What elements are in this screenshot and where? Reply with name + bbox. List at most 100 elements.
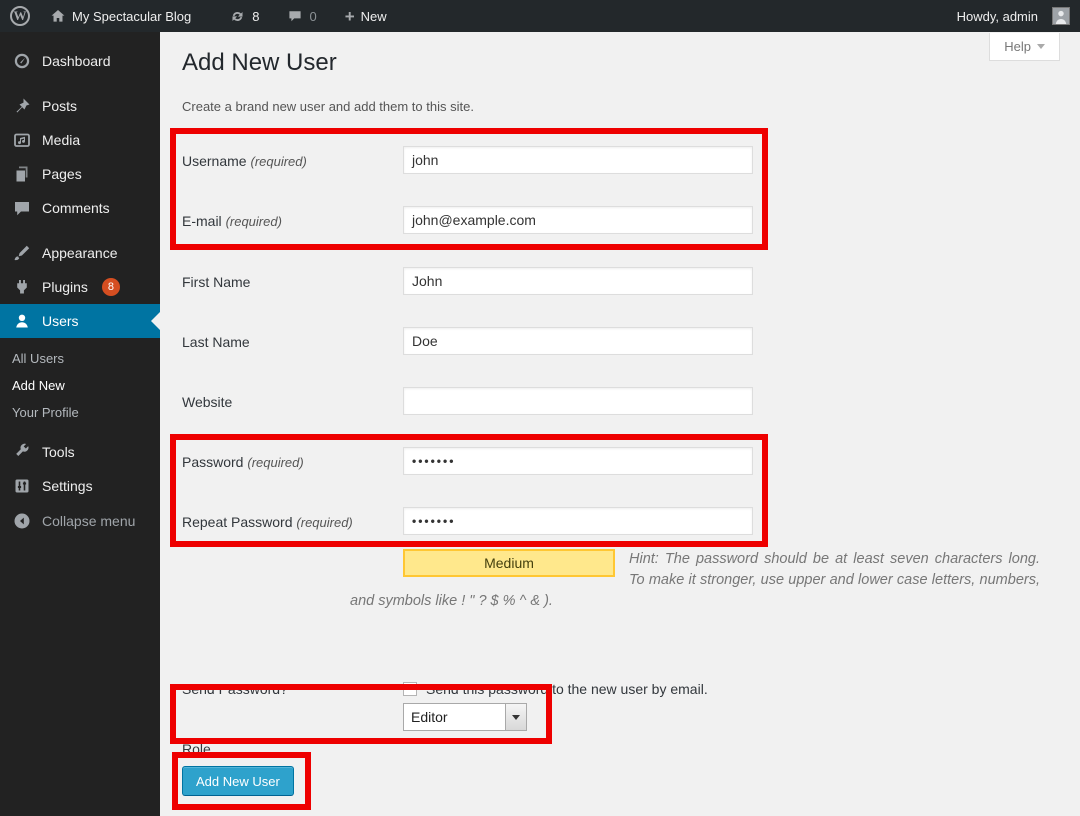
submenu-item-label: All Users	[12, 351, 64, 366]
pushpin-icon	[12, 96, 32, 116]
website-input[interactable]	[403, 387, 753, 415]
role-label: Role	[182, 741, 211, 757]
sidebar-item-label: Users	[42, 313, 79, 329]
submenu-item-label: Add New	[12, 378, 65, 393]
comments-count: 0	[309, 9, 316, 24]
password-hint: Medium Hint: The password should be at l…	[350, 549, 1040, 612]
chevron-down-icon	[512, 715, 520, 720]
role-select[interactable]: Editor	[403, 703, 527, 731]
label-text: E-mail	[182, 213, 222, 229]
required-note: (required)	[247, 455, 303, 470]
admin-bar: W My Spectacular Blog 8 0 + Ne	[0, 0, 1080, 32]
first-name-input[interactable]: John	[403, 267, 753, 295]
updates-count: 8	[252, 9, 259, 24]
updates-icon	[229, 8, 246, 25]
comment-bubble-icon	[12, 198, 32, 218]
sidebar-item-pages[interactable]: Pages	[0, 157, 160, 191]
wrench-icon	[12, 442, 32, 462]
submenu-item-add-new[interactable]: Add New	[0, 372, 160, 399]
page-title: Add New User	[182, 49, 337, 77]
site-name-label: My Spectacular Blog	[72, 9, 191, 24]
admin-sidebar: Dashboard Posts Media Pages Comments App…	[0, 32, 160, 816]
help-label: Help	[1004, 39, 1031, 54]
user-icon	[12, 311, 32, 331]
required-note: (required)	[296, 515, 352, 530]
new-label: New	[361, 9, 387, 24]
sidebar-item-label: Pages	[42, 166, 82, 182]
sidebar-item-tools[interactable]: Tools	[0, 435, 160, 469]
help-button[interactable]: Help	[989, 33, 1060, 61]
sidebar-item-label: Media	[42, 132, 80, 148]
sidebar-item-label: Settings	[42, 478, 93, 494]
sidebar-item-appearance[interactable]: Appearance	[0, 236, 160, 270]
sidebar-item-plugins[interactable]: Plugins 8	[0, 270, 160, 304]
comments-link[interactable]: 0	[277, 0, 326, 32]
submenu-item-all-users[interactable]: All Users	[0, 345, 160, 372]
send-password-checkbox[interactable]	[403, 682, 417, 696]
password-strength-meter: Medium	[403, 549, 615, 577]
label-text: Repeat Password	[182, 514, 293, 530]
email-input[interactable]: john@example.com	[403, 206, 753, 234]
sidebar-item-users[interactable]: Users	[0, 304, 160, 338]
avatar	[1052, 7, 1070, 25]
new-content-link[interactable]: + New	[335, 0, 397, 32]
plus-icon: +	[345, 8, 355, 25]
label-text: Username	[182, 153, 247, 169]
last-name-input[interactable]: Doe	[403, 327, 753, 355]
sidebar-item-media[interactable]: Media	[0, 123, 160, 157]
sidebar-item-label: Comments	[42, 200, 110, 216]
submenu-item-your-profile[interactable]: Your Profile	[0, 399, 160, 426]
sidebar-item-label: Dashboard	[42, 53, 111, 69]
sidebar-item-dashboard[interactable]: Dashboard	[0, 44, 160, 78]
first-name-label: First Name	[182, 274, 250, 290]
wordpress-logo-icon: W	[10, 6, 30, 26]
settings-sliders-icon	[12, 476, 32, 496]
howdy-label: Howdy, admin	[957, 9, 1038, 24]
username-input[interactable]: john	[403, 146, 753, 174]
page-intro: Create a brand new user and add them to …	[182, 99, 474, 114]
paintbrush-icon	[12, 243, 32, 263]
submenu-item-label: Your Profile	[12, 405, 79, 420]
sidebar-item-settings[interactable]: Settings	[0, 469, 160, 503]
username-label: Username (required)	[182, 153, 307, 169]
plug-icon	[12, 277, 32, 297]
label-text: Password	[182, 454, 243, 470]
sidebar-item-comments[interactable]: Comments	[0, 191, 160, 225]
sidebar-item-posts[interactable]: Posts	[0, 89, 160, 123]
send-password-label: Send Password?	[182, 681, 288, 697]
last-name-label: Last Name	[182, 334, 250, 350]
password-label: Password (required)	[182, 454, 304, 470]
site-name-link[interactable]: My Spectacular Blog	[40, 0, 201, 32]
plugins-update-badge: 8	[102, 278, 120, 296]
menu-separator	[0, 78, 160, 89]
add-new-user-button[interactable]: Add New User	[182, 766, 294, 796]
comment-bubble-icon	[287, 8, 303, 24]
sidebar-item-label: Posts	[42, 98, 77, 114]
menu-separator	[0, 225, 160, 236]
dashboard-gauge-icon	[12, 51, 32, 71]
select-dropdown-button[interactable]	[505, 704, 526, 730]
send-password-checkbox-label[interactable]: Send this password to the new user by em…	[426, 681, 708, 697]
wordpress-logo-menu[interactable]: W	[0, 0, 40, 32]
pages-icon	[12, 164, 32, 184]
home-icon	[50, 8, 66, 24]
email-label: E-mail (required)	[182, 213, 282, 229]
users-submenu: All Users Add New Your Profile	[0, 338, 160, 435]
main-content: Help Add New User Create a brand new use…	[160, 32, 1080, 816]
website-label: Website	[182, 394, 232, 410]
chevron-down-icon	[1037, 44, 1045, 49]
required-note: (required)	[250, 154, 306, 169]
password-input[interactable]: •••••••	[403, 447, 753, 475]
account-menu[interactable]: Howdy, admin	[947, 0, 1070, 32]
updates-link[interactable]: 8	[219, 0, 269, 32]
sidebar-item-label: Plugins	[42, 279, 88, 295]
media-icon	[12, 130, 32, 150]
collapse-menu-button[interactable]: Collapse menu	[0, 504, 160, 538]
sidebar-item-label: Tools	[42, 444, 75, 460]
repeat-password-input[interactable]: •••••••	[403, 507, 753, 535]
required-note: (required)	[226, 214, 282, 229]
sidebar-item-label: Collapse menu	[42, 513, 135, 529]
sidebar-item-label: Appearance	[42, 245, 118, 261]
role-selected-value: Editor	[404, 709, 505, 725]
collapse-arrow-icon	[12, 511, 32, 531]
